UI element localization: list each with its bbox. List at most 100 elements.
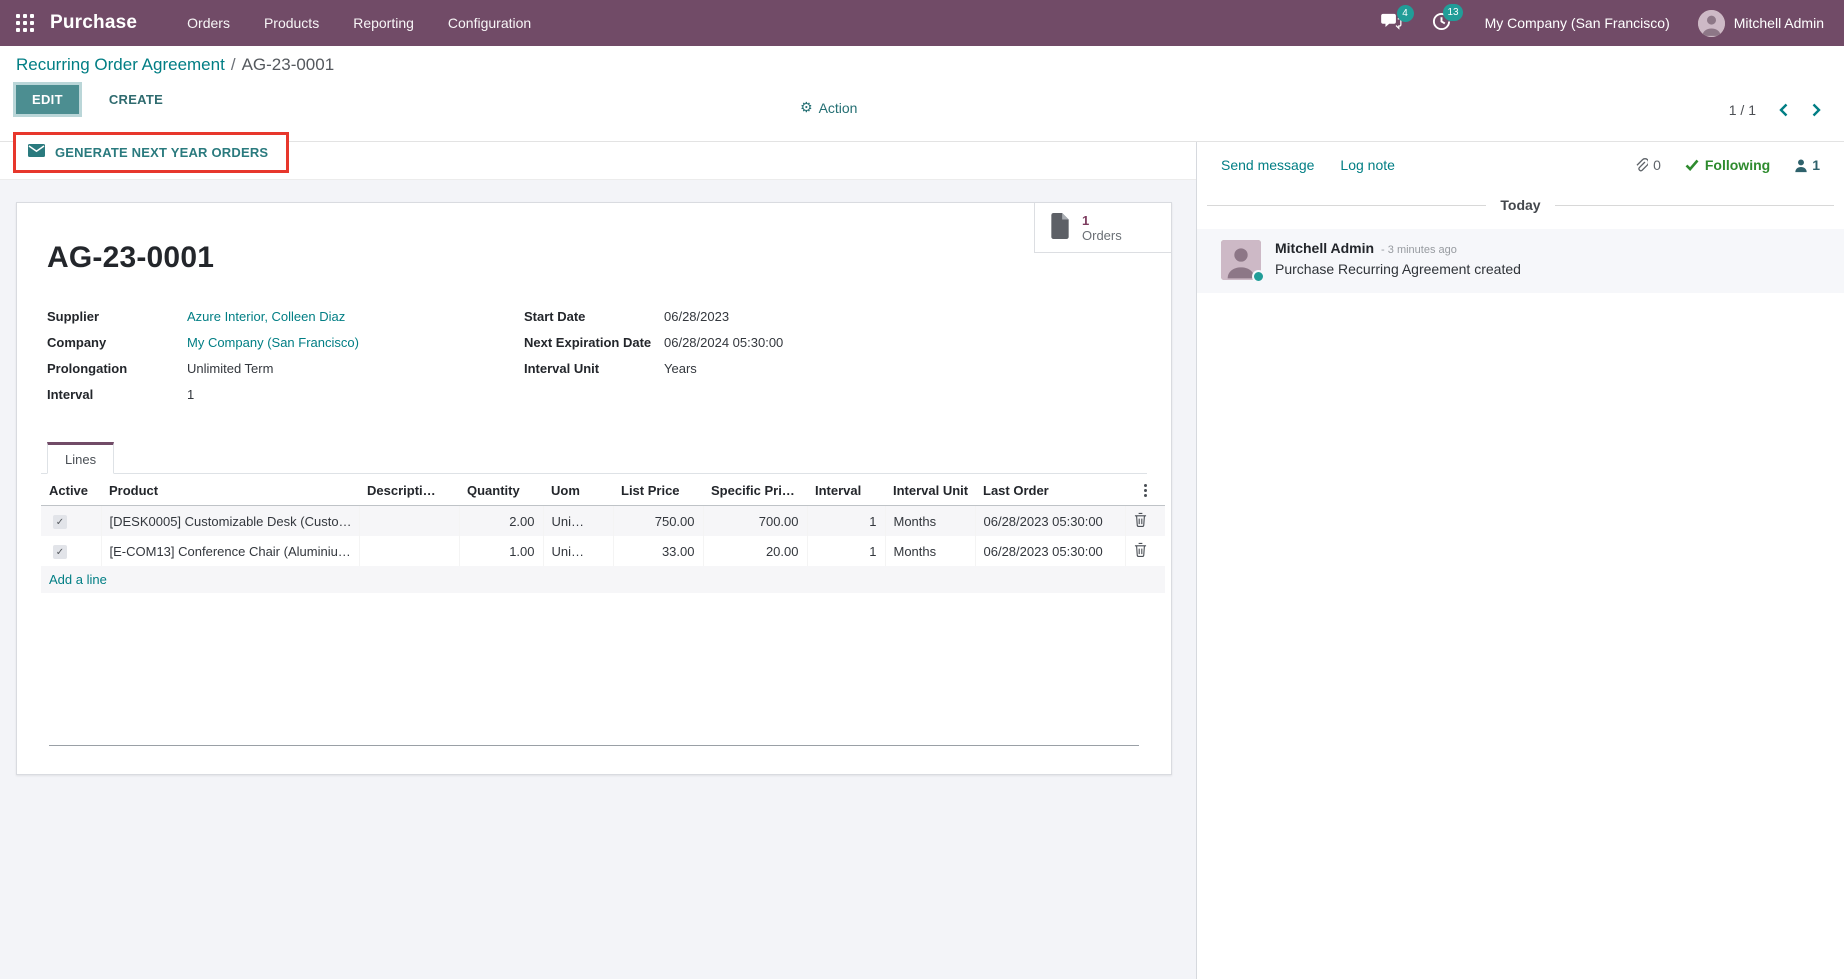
delete-row-button[interactable] — [1134, 542, 1147, 557]
paperclip-icon — [1634, 158, 1648, 173]
add-line-row: Add a line — [41, 566, 1165, 593]
cell-specific-price: 20.00 — [703, 536, 807, 566]
company-switcher[interactable]: My Company (San Francisco) — [1471, 15, 1684, 31]
person-icon — [1794, 158, 1808, 173]
col-header-active[interactable]: Active — [41, 476, 101, 506]
message-timestamp: - 3 minutes ago — [1381, 244, 1457, 256]
breadcrumb-parent-link[interactable]: Recurring Order Agreement — [16, 55, 225, 74]
attachments-button[interactable]: 0 — [1634, 157, 1661, 173]
supplier-link[interactable]: Azure Interior, Colleen Diaz — [187, 309, 504, 324]
apps-menu-icon[interactable] — [16, 14, 50, 32]
date-divider-label: Today — [1500, 197, 1540, 213]
menu-configuration[interactable]: Configuration — [434, 2, 545, 44]
date-divider: Today — [1207, 197, 1834, 213]
field-start-date: Start Date 06/28/2023 — [524, 309, 1147, 328]
field-label: Next Expiration Date — [524, 335, 664, 350]
company-link[interactable]: My Company (San Francisco) — [187, 335, 504, 350]
following-button[interactable]: Following — [1685, 157, 1770, 173]
kebab-icon — [1133, 484, 1157, 497]
add-a-line-link[interactable]: Add a line — [49, 572, 107, 587]
breadcrumb-separator: / — [225, 55, 242, 74]
menu-reporting[interactable]: Reporting — [339, 2, 428, 44]
cell-interval: 1 — [807, 506, 885, 537]
form-sheet: 1 Orders AG-23-0001 Supplier Azure Inter… — [16, 202, 1172, 775]
col-header-specific-price[interactable]: Specific Pri… — [703, 476, 807, 506]
table-header-row: Active Product Descripti… Quantity Uom L… — [41, 476, 1165, 506]
action-menu-button[interactable]: ⚙ Action — [800, 100, 857, 116]
col-header-list-price[interactable]: List Price — [613, 476, 703, 506]
activities-menu[interactable]: 13 — [1422, 6, 1461, 40]
menu-products[interactable]: Products — [250, 2, 333, 44]
chatter-message[interactable]: Mitchell Admin - 3 minutes ago Purchase … — [1197, 229, 1844, 293]
field-label: Supplier — [47, 309, 187, 324]
trash-icon — [1134, 542, 1147, 557]
start-date-value: 06/28/2023 — [664, 309, 1147, 324]
col-header-quantity[interactable]: Quantity — [459, 476, 543, 506]
cell-quantity: 1.00 — [459, 536, 543, 566]
cell-quantity: 2.00 — [459, 506, 543, 537]
next-expiration-value: 06/28/2024 05:30:00 — [664, 335, 1147, 350]
table-row[interactable]: [DESK0005] Customizable Desk (Custo… 2.0… — [41, 506, 1165, 537]
generate-next-year-orders-button[interactable]: GENERATE NEXT YEAR ORDERS — [55, 145, 268, 160]
cell-last-order: 06/28/2023 05:30:00 — [975, 536, 1125, 566]
breadcrumb-current: AG-23-0001 — [242, 55, 335, 74]
form-separator — [49, 745, 1139, 746]
cell-last-order: 06/28/2023 05:30:00 — [975, 506, 1125, 537]
attachments-count: 0 — [1653, 157, 1661, 173]
col-header-description[interactable]: Descripti… — [359, 476, 459, 506]
record-title: AG-23-0001 — [47, 241, 1147, 275]
field-company: Company My Company (San Francisco) — [47, 335, 504, 354]
field-interval: Interval 1 — [47, 387, 504, 406]
followers-button[interactable]: 1 — [1794, 157, 1820, 173]
send-message-button[interactable]: Send message — [1221, 157, 1314, 173]
col-header-interval[interactable]: Interval — [807, 476, 885, 506]
interval-value: 1 — [187, 387, 504, 402]
col-header-product[interactable]: Product — [101, 476, 359, 506]
messages-badge: 4 — [1397, 5, 1414, 22]
message-body: Purchase Recurring Agreement created — [1275, 261, 1521, 277]
app-title[interactable]: Purchase — [50, 12, 137, 34]
pager-next-button[interactable] — [1811, 103, 1822, 117]
interval-unit-value: Years — [664, 361, 1147, 376]
pager-previous-button[interactable] — [1778, 103, 1789, 117]
user-menu[interactable]: Mitchell Admin — [1694, 10, 1828, 37]
trash-icon — [1134, 512, 1147, 527]
tab-lines[interactable]: Lines — [47, 442, 114, 474]
col-header-uom[interactable]: Uom — [543, 476, 613, 506]
form-statusbar: GENERATE NEXT YEAR ORDERS — [0, 142, 1196, 180]
field-label: Start Date — [524, 309, 664, 324]
cell-product: [DESK0005] Customizable Desk (Custo… — [101, 506, 359, 537]
online-status-dot — [1252, 270, 1265, 283]
cell-product: [E-COM13] Conference Chair (Aluminiu… — [101, 536, 359, 566]
col-header-interval-unit[interactable]: Interval Unit — [885, 476, 975, 506]
control-panel: Recurring Order Agreement/AG-23-0001 EDI… — [0, 46, 1844, 142]
envelope-icon — [28, 144, 45, 160]
edit-button[interactable]: EDIT — [16, 85, 79, 114]
create-button[interactable]: CREATE — [95, 86, 177, 113]
field-label: Interval Unit — [524, 361, 664, 376]
messages-menu[interactable]: 4 — [1370, 7, 1412, 39]
gear-icon: ⚙ — [800, 100, 813, 116]
cell-description — [359, 536, 459, 566]
cell-interval-unit: Months — [885, 506, 975, 537]
field-groups: Supplier Azure Interior, Colleen Diaz Co… — [47, 309, 1147, 406]
active-checkbox[interactable] — [53, 545, 67, 559]
chatter-panel: Send message Log note 0 Following 1 Tod — [1196, 142, 1844, 979]
field-next-expiration-date: Next Expiration Date 06/28/2024 05:30:00 — [524, 335, 1147, 354]
prolongation-value: Unlimited Term — [187, 361, 504, 376]
orders-stat-button[interactable]: 1 Orders — [1034, 203, 1171, 253]
optional-columns-button[interactable] — [1125, 476, 1165, 506]
col-header-last-order[interactable]: Last Order — [975, 476, 1125, 506]
field-label: Prolongation — [47, 361, 187, 376]
form-view: GENERATE NEXT YEAR ORDERS 1 Orders AG-23… — [0, 142, 1196, 979]
message-author[interactable]: Mitchell Admin — [1275, 240, 1374, 256]
notebook: Lines Active Product Descripti — [41, 442, 1147, 593]
active-checkbox[interactable] — [53, 515, 67, 529]
delete-row-button[interactable] — [1134, 512, 1147, 527]
table-row[interactable]: [E-COM13] Conference Chair (Aluminiu… 1.… — [41, 536, 1165, 566]
user-name: Mitchell Admin — [1734, 15, 1824, 31]
log-note-button[interactable]: Log note — [1340, 157, 1395, 173]
menu-orders[interactable]: Orders — [173, 2, 244, 44]
following-label: Following — [1705, 157, 1770, 173]
cell-list-price: 750.00 — [613, 506, 703, 537]
